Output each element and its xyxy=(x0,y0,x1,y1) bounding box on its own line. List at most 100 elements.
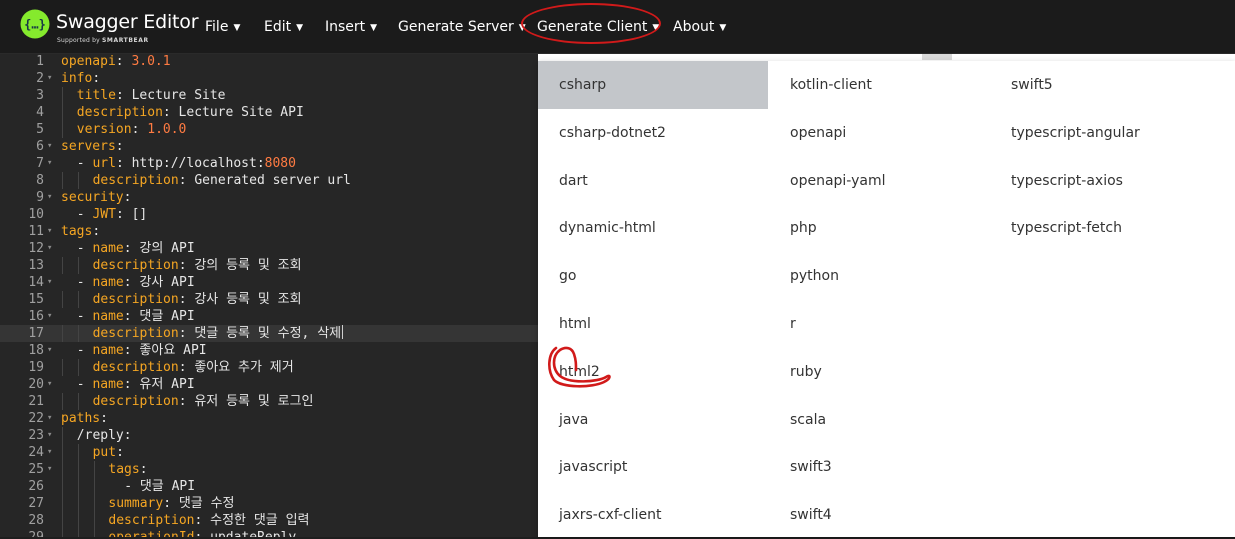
yaml-key: security xyxy=(61,190,124,205)
client-option-php[interactable]: php xyxy=(769,204,990,252)
client-option-openapi[interactable]: openapi xyxy=(769,109,990,157)
colon: : xyxy=(178,292,187,307)
indent-guide xyxy=(62,257,63,274)
editor-line[interactable]: 29 operationId: updateReply xyxy=(0,529,538,537)
client-option-csharp[interactable]: csharp xyxy=(538,61,768,109)
preview-pane-scrollbar[interactable] xyxy=(922,54,952,60)
client-option-r[interactable]: r xyxy=(769,300,990,348)
fold-toggle-icon[interactable]: ▾ xyxy=(47,70,52,87)
yaml-editor[interactable]: 1 openapi: 3.0.1 2 ▾ info: 3 title: Lecture Si… xyxy=(0,54,538,537)
editor-line[interactable]: 15 description: 강사 등록 및 조회 xyxy=(0,291,538,308)
client-option-typescript-fetch[interactable]: typescript-fetch xyxy=(990,204,1235,252)
editor-line[interactable]: 18 ▾ - name: 좋아요 API xyxy=(0,342,538,359)
client-option-typescript-angular[interactable]: typescript-angular xyxy=(990,109,1235,157)
swagger-logo[interactable]: {…} Swagger Editor Supported by SMARTBEA… xyxy=(20,9,199,45)
editor-line[interactable]: 27 summary: 댓글 수정 xyxy=(0,495,538,512)
menu-file[interactable]: File ▼ xyxy=(205,19,240,35)
fold-toggle-icon[interactable]: ▾ xyxy=(47,427,52,444)
editor-line[interactable]: 5 version: 1.0.0 xyxy=(0,121,538,138)
editor-line[interactable]: 26 - 댓글 API xyxy=(0,478,538,495)
editor-line[interactable]: 11 ▾ tags: xyxy=(0,223,538,240)
client-option-ruby[interactable]: ruby xyxy=(769,348,990,396)
editor-line[interactable]: 16 ▾ - name: 댓글 API xyxy=(0,308,538,325)
editor-line[interactable]: 22 ▾ paths: xyxy=(0,410,538,427)
indent-guide xyxy=(62,461,63,478)
list-dash: - xyxy=(76,377,93,392)
client-option-html2[interactable]: html2 xyxy=(538,348,768,396)
client-option-openapi-yaml[interactable]: openapi-yaml xyxy=(769,157,990,205)
client-option-jaxrs-cxf-client[interactable]: jaxrs-cxf-client xyxy=(538,491,768,539)
client-option-javascript[interactable]: javascript xyxy=(538,443,768,491)
editor-line[interactable]: 13 description: 강의 등록 및 조회 xyxy=(0,257,538,274)
fold-toggle-icon[interactable]: ▾ xyxy=(47,223,52,240)
fold-toggle-icon[interactable]: ▾ xyxy=(47,376,52,393)
line-number: 14 xyxy=(28,275,44,290)
list-dash: - xyxy=(76,241,93,256)
code-text: - url: http://localhost:8080 xyxy=(77,155,296,172)
fold-toggle-icon[interactable]: ▾ xyxy=(47,444,52,461)
caret-down-icon: ▼ xyxy=(652,23,660,33)
editor-line[interactable]: 17 description: 댓글 등록 및 수정, 삭제 xyxy=(0,325,538,342)
fold-toggle-icon[interactable]: ▾ xyxy=(47,155,52,172)
colon: : xyxy=(123,377,132,392)
yaml-key: name xyxy=(92,309,124,324)
client-option-scala[interactable]: scala xyxy=(769,396,990,444)
editor-line[interactable]: 6 ▾ servers: xyxy=(0,138,538,155)
menu-generate-client[interactable]: Generate Client ▼ xyxy=(537,19,659,35)
fold-toggle-icon[interactable]: ▾ xyxy=(47,138,52,155)
editor-line[interactable]: 3 title: Lecture Site xyxy=(0,87,538,104)
editor-line[interactable]: 25 ▾ tags: xyxy=(0,461,538,478)
client-option-swift5[interactable]: swift5 xyxy=(990,61,1235,109)
menu-generate-server[interactable]: Generate Server ▼ xyxy=(398,19,526,35)
editor-line[interactable]: 28 description: 수정한 댓글 입력 xyxy=(0,512,538,529)
fold-toggle-icon[interactable]: ▾ xyxy=(47,274,52,291)
client-option-java[interactable]: java xyxy=(538,396,768,444)
code-text: title: Lecture Site xyxy=(77,87,226,104)
indent-guide xyxy=(62,529,63,537)
client-option-csharp-dotnet2[interactable]: csharp-dotnet2 xyxy=(538,109,768,157)
editor-line[interactable]: 23 ▾ /reply: xyxy=(0,427,538,444)
editor-line[interactable]: 8 description: Generated server url xyxy=(0,172,538,189)
code-text: servers: xyxy=(61,138,124,155)
editor-line[interactable]: 1 openapi: 3.0.1 xyxy=(0,54,538,70)
colon: : xyxy=(163,496,172,511)
menu-edit[interactable]: Edit ▼ xyxy=(264,19,303,35)
client-option-typescript-axios[interactable]: typescript-axios xyxy=(990,157,1235,205)
editor-line[interactable]: 7 ▾ - url: http://localhost:8080 xyxy=(0,155,538,172)
client-option-go[interactable]: go xyxy=(538,252,768,300)
client-option-dart[interactable]: dart xyxy=(538,157,768,205)
client-option-python[interactable]: python xyxy=(769,252,990,300)
fold-toggle-icon[interactable]: ▾ xyxy=(47,189,52,206)
yaml-value: 강의 등록 및 조회 xyxy=(194,258,302,273)
menu-insert[interactable]: Insert ▼ xyxy=(325,19,377,35)
fold-toggle-icon[interactable]: ▾ xyxy=(47,410,52,427)
editor-line[interactable]: 20 ▾ - name: 유저 API xyxy=(0,376,538,393)
client-option-html[interactable]: html xyxy=(538,300,768,348)
fold-toggle-icon[interactable]: ▾ xyxy=(47,308,52,325)
fold-toggle-icon[interactable]: ▾ xyxy=(47,461,52,478)
caret-down-icon: ▼ xyxy=(233,23,241,33)
editor-line[interactable]: 2 ▾ info: xyxy=(0,70,538,87)
editor-line[interactable]: 24 ▾ put: xyxy=(0,444,538,461)
yaml-value: 3.0.1 xyxy=(131,54,171,69)
client-option-swift4[interactable]: swift4 xyxy=(769,491,990,539)
fold-toggle-icon[interactable]: ▾ xyxy=(47,240,52,257)
client-option-swift3[interactable]: swift3 xyxy=(769,443,990,491)
fold-toggle-icon[interactable]: ▾ xyxy=(47,342,52,359)
editor-line[interactable]: 12 ▾ - name: 강의 API xyxy=(0,240,538,257)
indent-guide xyxy=(77,172,79,189)
editor-line[interactable]: 21 description: 유저 등록 및 로그인 xyxy=(0,393,538,410)
yaml-value: 강의 API xyxy=(139,241,195,256)
colon: : xyxy=(178,173,187,188)
code-text: - 댓글 API xyxy=(124,478,195,495)
editor-line[interactable]: 4 description: Lecture Site API xyxy=(0,104,538,121)
menu-about[interactable]: About ▼ xyxy=(673,19,726,35)
client-option-kotlin-client[interactable]: kotlin-client xyxy=(769,61,990,109)
editor-line[interactable]: 14 ▾ - name: 강사 API xyxy=(0,274,538,291)
editor-line[interactable]: 19 description: 좋아요 추가 제거 xyxy=(0,359,538,376)
editor-line[interactable]: 10 - JWT: [] xyxy=(0,206,538,223)
editor-line[interactable]: 9 ▾ security: xyxy=(0,189,538,206)
code-text: - name: 댓글 API xyxy=(77,308,195,325)
client-option-dynamic-html[interactable]: dynamic-html xyxy=(538,204,768,252)
